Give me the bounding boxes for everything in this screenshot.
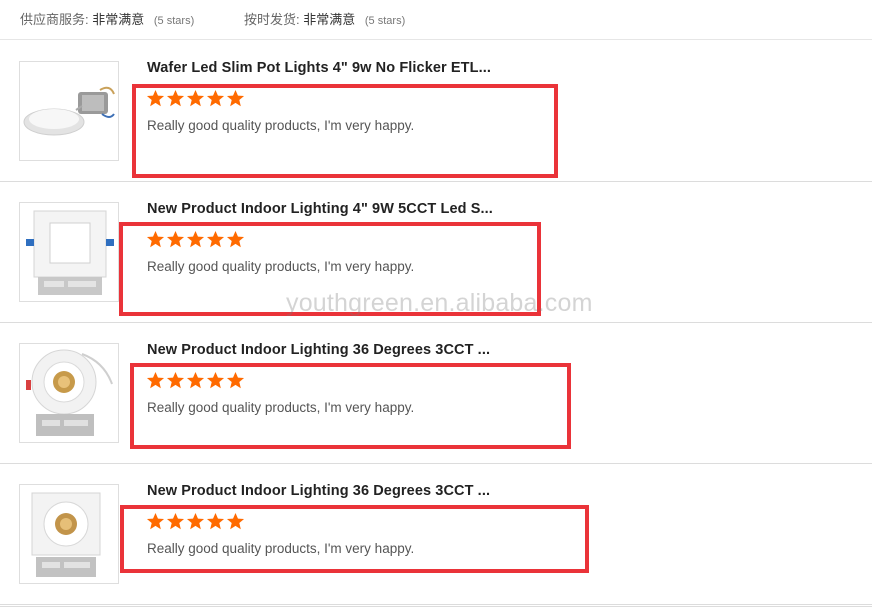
supplier-service-stars: (5 stars): [153, 15, 195, 27]
highlight-box: [120, 505, 589, 573]
product-thumbnail[interactable]: [19, 484, 119, 584]
product-title[interactable]: New Product Indoor Lighting 36 Degrees 3…: [147, 342, 490, 358]
review-item: Wafer Led Slim Pot Lights 4" 9w No Flick…: [0, 41, 872, 182]
supplier-service-label: 供应商服务:: [20, 12, 89, 27]
watermark: youthgreen.en.alibaba.com: [286, 289, 593, 317]
ratings-summary-bar: 供应商服务: 非常满意 (5 stars) 按时发货: 非常满意 (5 star…: [0, 0, 872, 40]
on-time-shipment-stars: (5 stars): [364, 15, 406, 27]
product-title[interactable]: Wafer Led Slim Pot Lights 4" 9w No Flick…: [147, 60, 491, 76]
on-time-shipment-label: 按时发货:: [244, 12, 300, 27]
divider: [0, 606, 872, 607]
on-time-shipment-rating: 按时发货: 非常满意 (5 stars): [244, 9, 405, 28]
on-time-shipment-value: 非常满意: [303, 12, 356, 27]
square-led-light-image: [26, 210, 114, 295]
review-item: New Product Indoor Lighting 36 Degrees 3…: [0, 323, 872, 464]
slim-pot-light-image: [23, 86, 115, 136]
product-thumbnail[interactable]: [19, 202, 119, 302]
square-gimbal-light-image: [31, 492, 101, 577]
gimbal-led-light-image: [26, 349, 113, 436]
product-thumbnail[interactable]: [19, 343, 119, 443]
supplier-service-value: 非常满意: [92, 12, 145, 27]
product-thumbnail[interactable]: [19, 61, 119, 161]
product-title[interactable]: New Product Indoor Lighting 36 Degrees 3…: [147, 483, 490, 499]
highlight-box: [132, 84, 558, 178]
highlight-box: [130, 363, 571, 449]
product-title[interactable]: New Product Indoor Lighting 4" 9W 5CCT L…: [147, 201, 493, 217]
supplier-service-rating: 供应商服务: 非常满意 (5 stars): [20, 9, 194, 28]
review-item: New Product Indoor Lighting 36 Degrees 3…: [0, 464, 872, 605]
